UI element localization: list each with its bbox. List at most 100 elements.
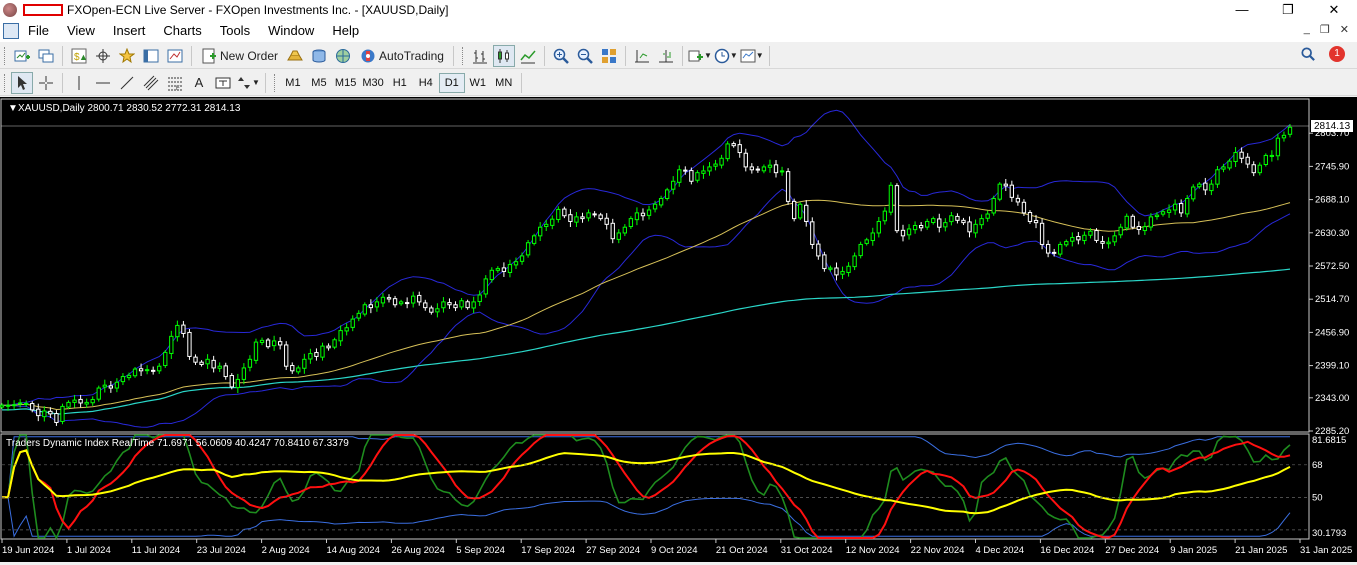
time-tick-label: 9 Oct 2024 (651, 545, 697, 556)
menu-file[interactable]: File (19, 20, 58, 42)
close-button[interactable]: ✕ (1311, 0, 1357, 20)
terminal-window-icon (143, 49, 159, 62)
minimize-button[interactable]: — (1219, 0, 1265, 20)
auto-scroll-icon (658, 49, 673, 62)
menu-view[interactable]: View (58, 20, 104, 42)
timeframe-w1[interactable]: W1 (465, 73, 491, 93)
market-button[interactable] (332, 45, 354, 67)
candle-body (11, 404, 17, 407)
menu-help[interactable]: Help (323, 20, 368, 42)
menu-insert[interactable]: Insert (104, 20, 155, 42)
timeframe-h1[interactable]: H1 (387, 73, 413, 93)
autotrading-label: AutoTrading (379, 48, 444, 63)
candle-body (1269, 154, 1275, 157)
candle-body (235, 378, 240, 389)
auto-scroll-button[interactable] (655, 45, 677, 67)
mdi-minimize-button[interactable]: _ (1304, 23, 1310, 36)
vertical-line-button[interactable] (68, 72, 90, 94)
menu-charts[interactable]: Charts (154, 20, 210, 42)
zoom-in-button[interactable] (550, 45, 572, 67)
text-tool-button[interactable]: A (188, 72, 210, 94)
signals-button[interactable] (308, 45, 330, 67)
candle-body (181, 324, 186, 334)
time-tick-label: 23 Jul 2024 (197, 545, 246, 556)
document-icon[interactable] (3, 23, 19, 39)
maximize-button[interactable]: ❐ (1265, 0, 1311, 20)
timeframe-m5[interactable]: M5 (306, 73, 332, 93)
time-tick-label: 11 Jul 2024 (132, 545, 180, 556)
timeframe-d1[interactable]: D1 (438, 72, 465, 93)
candlestick-chart-button[interactable] (492, 44, 515, 67)
time-tick-label: 27 Sep 2024 (586, 545, 640, 556)
fibonacci-button[interactable]: F (164, 72, 186, 94)
zoom-out-button[interactable] (574, 45, 596, 67)
timeframe-m1[interactable]: M1 (280, 73, 306, 93)
timeframe-m15[interactable]: M15 (332, 73, 359, 93)
terminal-button[interactable] (140, 45, 162, 67)
chart-canvas[interactable]: ▼ XAUUSD,Daily 2800.71 2830.52 2772.31 2… (0, 97, 1357, 562)
bar-chart-button[interactable] (469, 45, 491, 67)
crosshair-button[interactable] (35, 72, 57, 94)
candle-body (1130, 215, 1135, 228)
arrows-button[interactable]: ▼ (236, 72, 260, 94)
candle-body (610, 222, 615, 240)
candle-body (767, 164, 773, 168)
toolbar-grip[interactable] (273, 73, 277, 92)
new-chart-button[interactable] (11, 45, 33, 67)
chart-collapse-arrow-icon[interactable]: ▼ (8, 103, 18, 114)
timeframe-h4[interactable]: H4 (413, 73, 439, 93)
menu-tools[interactable]: Tools (211, 20, 259, 42)
timeframe-mn[interactable]: MN (491, 73, 517, 93)
new-order-button[interactable]: New Order (197, 45, 282, 67)
autotrading-button[interactable]: AutoTrading (356, 45, 448, 67)
mdi-close-button[interactable]: ✕ (1340, 23, 1349, 36)
horizontal-line-button[interactable] (92, 72, 114, 94)
indicators-button[interactable]: ▼ (688, 45, 712, 67)
time-tick-label: 21 Oct 2024 (716, 545, 768, 556)
toolbar-grip[interactable] (4, 46, 7, 65)
timeframe-m30[interactable]: M30 (359, 73, 386, 93)
candle-body (1185, 198, 1190, 215)
candle-body (870, 232, 875, 242)
candle-body (997, 183, 1002, 200)
toolbar-grip[interactable] (4, 73, 7, 92)
trendline-button[interactable] (116, 72, 138, 94)
candle-body (338, 330, 343, 342)
chart-shift-button[interactable] (631, 45, 653, 67)
equidistant-channel-button[interactable] (140, 72, 162, 94)
strategy-tester-button[interactable] (164, 45, 186, 67)
templates-button[interactable]: ▼ (740, 45, 764, 67)
data-window-button[interactable] (92, 45, 114, 67)
price-axis: 2803.702745.902688.102630.302572.502514.… (1309, 128, 1349, 437)
candle-body (1094, 230, 1099, 241)
cursor-button[interactable] (11, 71, 33, 94)
text-label-button[interactable] (212, 72, 234, 94)
tile-windows-button[interactable] (598, 45, 620, 67)
metaeditor-button[interactable] (284, 45, 306, 67)
candle-body (1112, 235, 1117, 243)
candle-body (1088, 230, 1093, 236)
periods-button[interactable]: ▼ (714, 45, 738, 67)
candle-body (586, 212, 591, 219)
chart-window[interactable]: ▼ XAUUSD,Daily 2800.71 2830.52 2772.31 2… (0, 97, 1357, 562)
search-icon[interactable] (1301, 47, 1315, 61)
toolbar-separator (62, 72, 63, 93)
candle-body (1215, 169, 1220, 185)
candles (0, 124, 1293, 426)
menu-window[interactable]: Window (259, 20, 323, 42)
candle-body (265, 339, 271, 348)
candle-body (513, 261, 519, 266)
app-icon[interactable] (3, 3, 17, 17)
candle-body (955, 215, 960, 221)
navigator-button[interactable] (116, 45, 138, 67)
market-watch-button[interactable]: $ ▲ (68, 45, 90, 67)
mdi-restore-button[interactable]: ❐ (1320, 23, 1330, 36)
notification-badge[interactable]: 1 (1329, 46, 1345, 62)
profiles-button[interactable] (35, 45, 57, 67)
toolbar-grip[interactable] (461, 46, 465, 65)
candle-body (284, 344, 289, 367)
candle-body (544, 223, 549, 228)
candle-body (5, 404, 11, 407)
line-chart-button[interactable] (517, 45, 539, 67)
candle-body (169, 335, 174, 354)
